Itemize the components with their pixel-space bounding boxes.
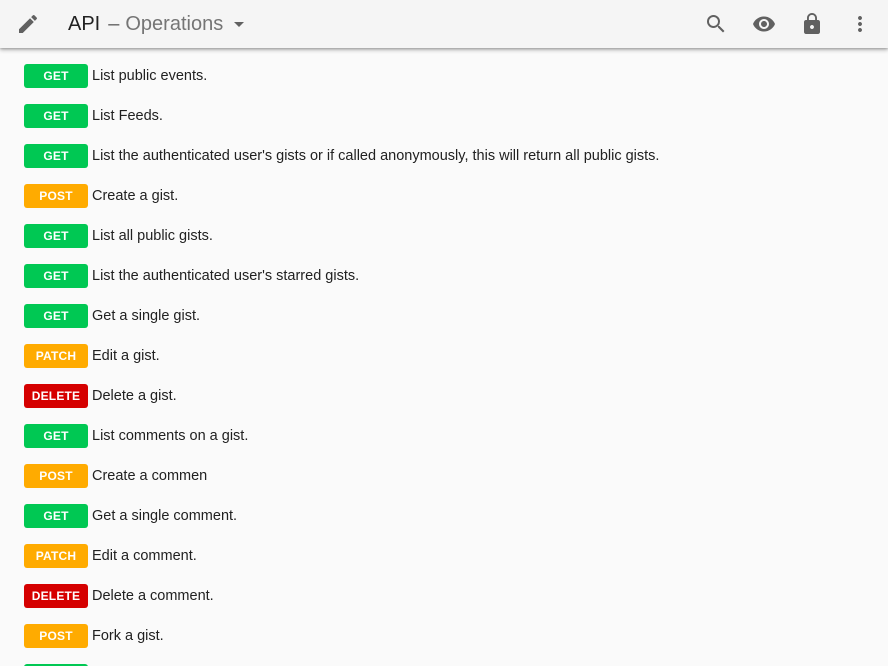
caret-down-icon: [227, 12, 251, 36]
operation-row[interactable]: POST Create a commen: [24, 464, 207, 488]
method-badge: POST: [24, 184, 88, 208]
api-title: API: [68, 12, 101, 35]
operation-row[interactable]: POST Fork a gist.: [24, 624, 164, 648]
method-badge: GET: [24, 144, 88, 168]
operation-row[interactable]: PATCH Edit a comment.: [24, 544, 197, 568]
operation-row[interactable]: DELETE Delete a comment.: [24, 584, 214, 608]
title-separator: –: [108, 12, 120, 35]
method-badge: GET: [24, 64, 88, 88]
method-badge: PATCH: [24, 544, 88, 568]
method-badge: DELETE: [24, 584, 88, 608]
method-badge: GET: [24, 104, 88, 128]
operations-list: GET List public events. GET List Feeds. GET L…: [0, 48, 888, 666]
method-badge: GET: [24, 264, 88, 288]
method-badge: POST: [24, 464, 88, 488]
operation-summary: List Feeds.: [92, 108, 163, 124]
operation-row[interactable]: DELETE Delete a gist.: [24, 384, 177, 408]
method-badge: PATCH: [24, 344, 88, 368]
operation-summary: Create a gist.: [92, 188, 179, 204]
operation-row[interactable]: GET List comments on a gist.: [24, 424, 248, 448]
operation-summary: Create a commen: [92, 468, 208, 484]
operation-row[interactable]: GET List all public gists.: [24, 224, 213, 248]
operation-summary: Edit a comment.: [92, 548, 197, 564]
operation-summary: Delete a gist.: [92, 388, 177, 404]
operation-row[interactable]: POST Create a gist.: [24, 184, 178, 208]
operation-summary: List all public gists.: [92, 228, 213, 244]
operation-row[interactable]: GET List the authenticated user's gists o…: [24, 144, 659, 168]
more-button[interactable]: [836, 0, 884, 48]
page-title[interactable]: API – Operations: [68, 0, 251, 48]
pencil-icon: [16, 12, 40, 36]
operation-row[interactable]: PATCH Edit a gist.: [24, 344, 160, 368]
method-badge: GET: [24, 504, 88, 528]
operation-row[interactable]: GET List Feeds.: [24, 104, 163, 128]
operation-summary: Fork a gist.: [92, 628, 164, 644]
operation-summary: List comments on a gist.: [92, 428, 249, 444]
method-badge: POST: [24, 624, 88, 648]
section-title: Operations: [125, 12, 224, 35]
operation-summary: List the authenticated user's starred gi…: [92, 268, 360, 284]
view-button[interactable]: [740, 0, 788, 48]
operation-summary: List public events.: [92, 68, 208, 84]
operation-row[interactable]: GET Get a single comment.: [24, 504, 237, 528]
operation-summary: List the authenticated user's gists or i…: [92, 148, 660, 164]
edit-button[interactable]: [4, 0, 52, 48]
operation-summary: Get a single gist.: [92, 308, 200, 324]
operation-summary: Delete a comment.: [92, 588, 214, 604]
top-toolbar: API – Operations: [0, 0, 888, 48]
operation-row[interactable]: GET List public events.: [24, 64, 207, 88]
method-badge: DELETE: [24, 384, 88, 408]
method-badge: GET: [24, 304, 88, 328]
operation-summary: Edit a gist.: [92, 348, 160, 364]
operation-summary: Get a single comment.: [92, 508, 238, 524]
search-button[interactable]: [692, 0, 740, 48]
operation-row[interactable]: GET Get a single gist.: [24, 304, 200, 328]
method-badge: GET: [24, 424, 88, 448]
eye-icon: [752, 12, 776, 36]
search-icon: [704, 12, 728, 36]
lock-icon: [800, 12, 824, 36]
method-badge: GET: [24, 224, 88, 248]
more-vert-icon: [848, 12, 872, 36]
lock-button[interactable]: [788, 0, 836, 48]
operation-row[interactable]: GET List the authenticated user's starred…: [24, 264, 359, 288]
